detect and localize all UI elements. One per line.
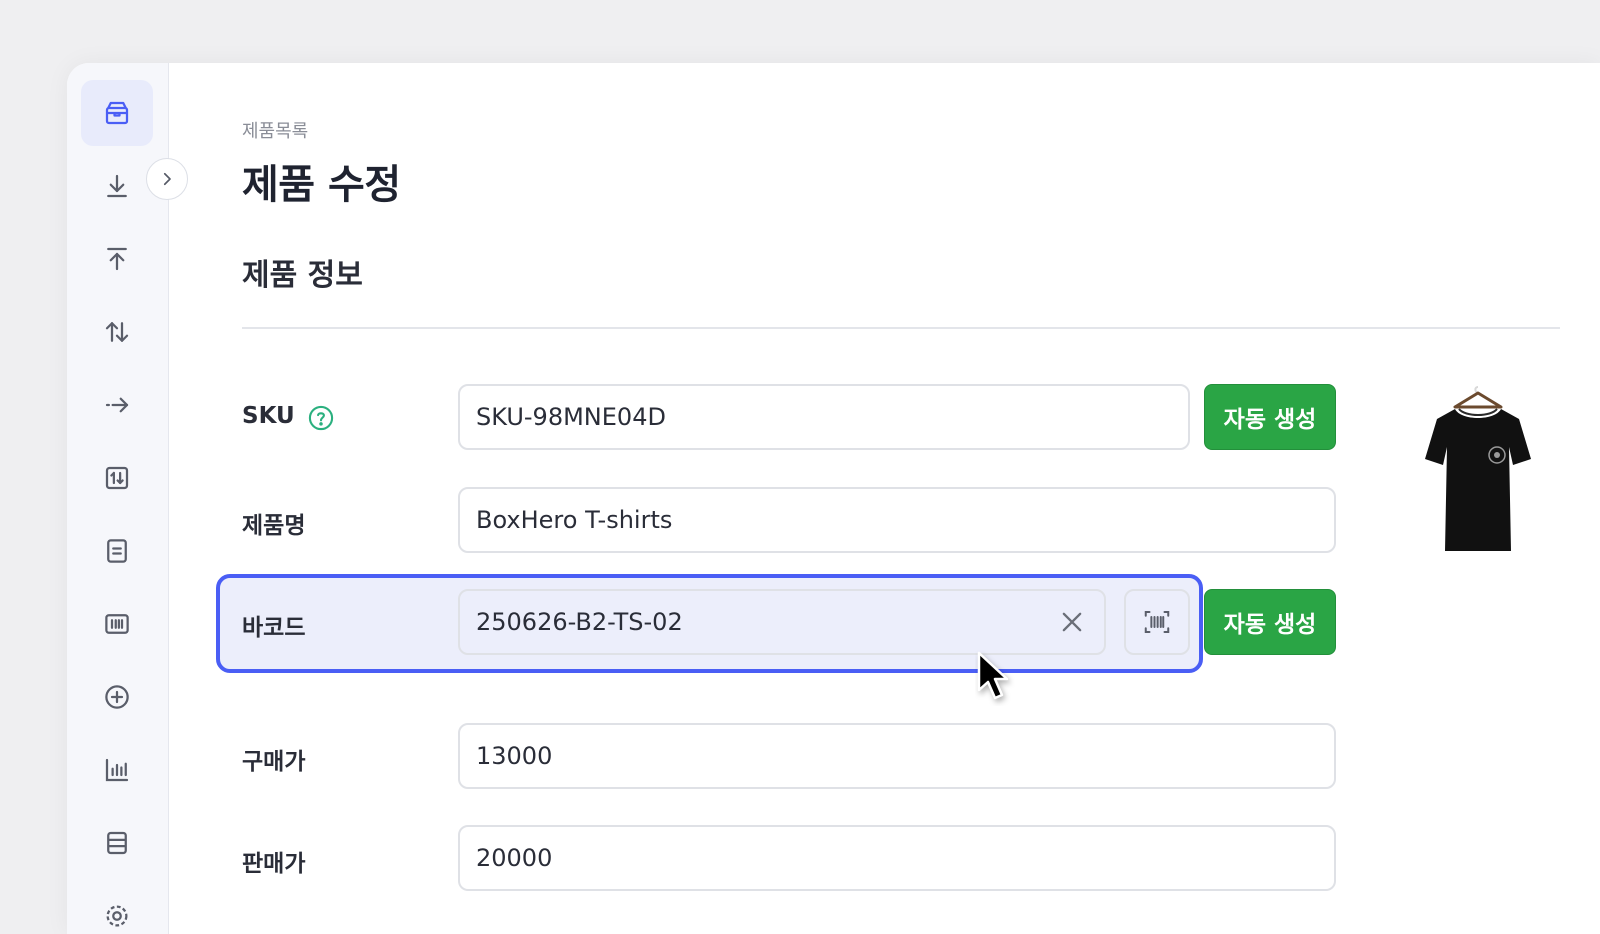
sku-value: SKU-98MNE04D [476,403,666,431]
sale-price-label: 판매가 [242,851,306,877]
name-input[interactable]: BoxHero T-shirts [458,487,1336,553]
nav-transactions[interactable] [81,445,153,511]
list-icon [107,831,127,855]
sku-input[interactable]: SKU-98MNE04D [458,384,1190,450]
sku-help-icon[interactable] [307,404,335,432]
barcode-label: 바코드 [242,615,306,641]
sidebar-expand-button[interactable] [146,158,188,200]
breadcrumb[interactable]: 제품목록 [242,117,308,143]
nav-list[interactable] [81,810,153,876]
name-label: 제품명 [242,513,306,539]
barcode-clear-button[interactable] [1052,602,1092,642]
nav-adjust[interactable] [81,299,153,365]
barcode-value: 250626-B2-TS-02 [476,608,683,636]
nav-documents[interactable] [81,518,153,584]
purchase-price-input[interactable]: 13000 [458,723,1336,789]
adjust-icon [105,322,129,342]
sku-auto-generate-button[interactable]: 자동 생성 [1204,384,1336,450]
box-icon [105,101,129,125]
barcode-input[interactable]: 250626-B2-TS-02 [458,589,1106,655]
purchase-price-label: 구매가 [242,749,306,775]
settings-icon [106,905,128,927]
chevron-right-icon [163,172,171,186]
barcode-scan-button[interactable] [1124,589,1190,655]
product-image [1425,386,1531,551]
nav-products[interactable] [81,80,153,146]
nav-move[interactable] [81,372,153,438]
nav-analytics[interactable] [81,737,153,803]
chart-icon [105,758,129,782]
stock-in-icon [107,174,127,198]
stock-out-icon [107,247,127,271]
close-icon [1062,612,1082,632]
add-circle-icon [105,685,129,709]
transaction-icon [105,466,129,490]
page-title: 제품 수정 [242,162,401,208]
mouse-cursor-icon [977,651,1009,700]
nav-add[interactable] [81,664,153,730]
move-icon [105,397,129,413]
barcode-auto-generate-button[interactable]: 자동 생성 [1204,589,1336,655]
sku-label: SKU [242,403,295,429]
section-title: 제품 정보 [242,258,363,293]
barcode-icon [105,614,129,634]
sale-price-input[interactable]: 20000 [458,825,1336,891]
nav-settings[interactable] [81,883,153,934]
name-value: BoxHero T-shirts [476,506,673,534]
purchase-price-value: 13000 [476,742,553,770]
barcode-scan-icon [1144,611,1170,633]
divider [242,327,1560,329]
sale-price-value: 20000 [476,844,553,872]
nav-stock-out[interactable] [81,226,153,292]
nav-barcode[interactable] [81,591,153,657]
nav-stock-in[interactable] [81,153,153,219]
document-icon [107,539,127,563]
